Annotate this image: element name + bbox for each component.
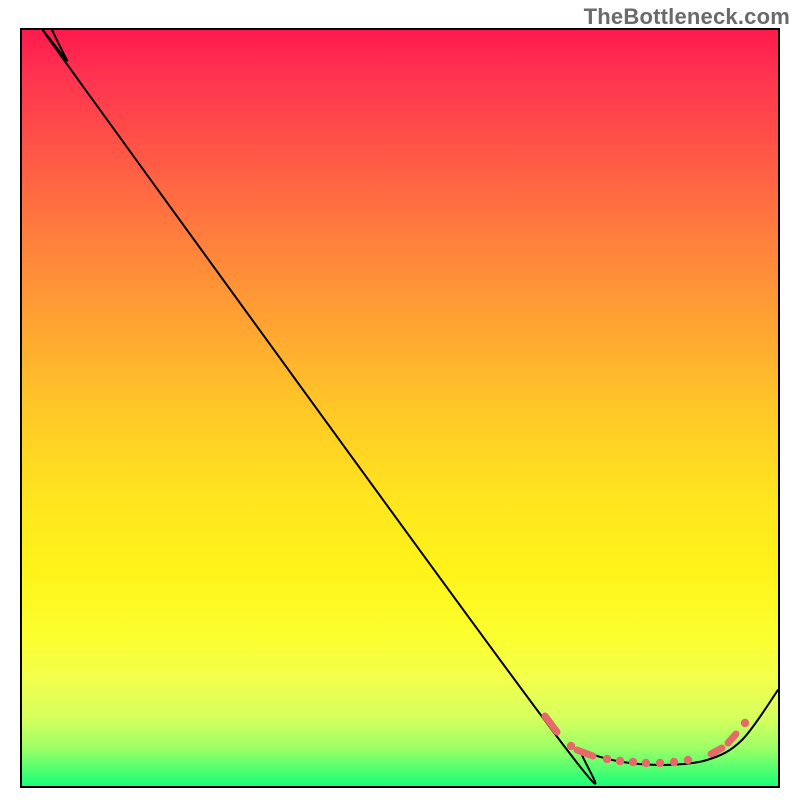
valley-point (642, 759, 650, 767)
valley-point (603, 755, 611, 763)
chart-svg (22, 30, 778, 786)
valley-point (741, 719, 749, 727)
valley-point (616, 757, 624, 765)
watermark-text: TheBottleneck.com (584, 4, 790, 30)
valley-dash (545, 716, 557, 732)
bottleneck-curve (43, 30, 778, 784)
valley-point (656, 759, 664, 767)
valley-dash (728, 734, 736, 743)
valley-point (629, 758, 637, 766)
valley-point (670, 758, 678, 766)
valley-dash (577, 750, 593, 756)
valley-dash (711, 748, 722, 754)
plot-area (20, 28, 780, 788)
chart-container: TheBottleneck.com (0, 0, 800, 800)
valley-point (684, 756, 692, 764)
